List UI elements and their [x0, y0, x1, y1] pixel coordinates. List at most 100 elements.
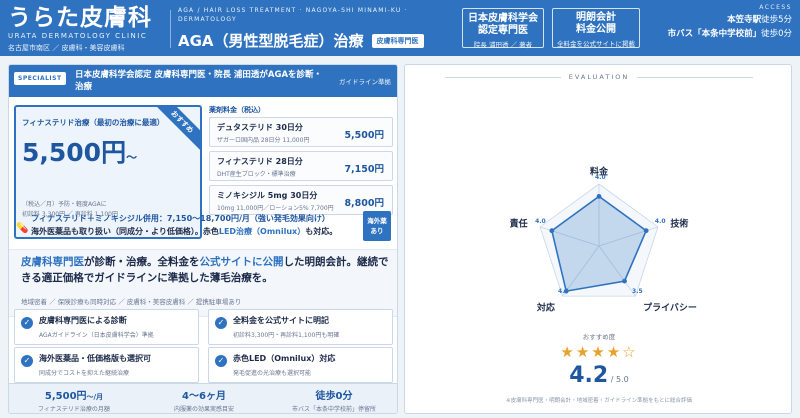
summary-text: 皮膚科専門医が診断・治療。全料金を公式サイトに公開した明朗会計。継続できる適正価… — [21, 254, 393, 286]
combo-text-pre: 海外医薬品も取り扱い（同成分・より低価格）。赤色 — [31, 227, 219, 236]
feature-sub: 初診料3,300円・再診料1,100円も明確 — [233, 332, 340, 339]
hero-title: AGA（男性型脱毛症）治療 皮膚科専門医 — [178, 30, 424, 51]
summary-tags: 地域密着 ／ 保険診療も同時対応 ／ 皮膚科・美容皮膚科 ／ 提携駐車場あり — [21, 298, 242, 306]
access-line1-rest: 徒歩5分 — [761, 15, 792, 25]
box2-title-2: 料金公開 — [576, 24, 616, 35]
specialist-badge: SPECIALIST — [14, 72, 66, 85]
stat-value: 4〜6ヶ月 — [182, 391, 226, 402]
recommend-degree-label: おすすめ度 — [582, 333, 616, 341]
radar-value-label: 4.0 — [595, 174, 606, 181]
fee-desc: DHT産生ブロック・標準治療 — [217, 171, 296, 178]
transparent-pricing-box: 明朗会計 料金公開 全料金を公式サイトに掲載 — [552, 8, 640, 48]
box1-title-1: 日本皮膚科学会 — [468, 13, 538, 24]
radar-data-point — [643, 228, 649, 234]
feature-check: ✓ 皮膚科専門医による診断 AGAガイドライン（日本皮膚科学会）準拠 — [14, 309, 199, 345]
stat-monthly-price: 5,500円〜/月 フィナステリド治療の月額 — [9, 387, 139, 413]
price-suffix: 〜 — [126, 151, 138, 164]
feature-sub: AGAガイドライン（日本皮膚科学会）準拠 — [39, 332, 154, 339]
treatment-card: SPECIALIST 日本皮膚科学会認定 皮膚科専門医・院長 浦田透がAGAを診… — [8, 64, 398, 414]
header-divider — [170, 10, 171, 48]
led-highlight: LED治療（Omnilux） — [218, 227, 306, 236]
clinic-logo[interactable]: うらた皮膚科 URATA DERMATOLOGY CLINIC 名古屋市南区 ／… — [8, 5, 164, 53]
radar-axis-label: 対応 — [536, 303, 555, 314]
radar-value-label: 3.5 — [632, 287, 643, 295]
stat-label: フィナステリド治療の月額 — [38, 406, 110, 413]
box2-title-1: 明朗会計 — [576, 12, 616, 23]
summary-hl-1: 皮膚科専門医 — [21, 256, 84, 268]
stat-effect-period: 4〜6ヶ月 内服薬の効果実感目安 — [139, 387, 269, 413]
pill-icon: 💊 — [16, 223, 29, 234]
access-label: ACCESS — [759, 4, 792, 11]
fee-item[interactable]: フィナステリド 28日分 DHT産生ブロック・標準治療 7,150円 — [209, 151, 393, 181]
hero-title-text: AGA（男性型脱毛症）治療 — [178, 32, 364, 50]
specialist-text: 日本皮膚科学会認定 皮膚科専門医・院長 浦田透がAGAを診断・治療 — [75, 70, 323, 92]
check-icon: ✓ — [21, 355, 33, 367]
recommended-plan-price: 5,500円〜 — [22, 133, 137, 169]
radar-data-point — [596, 194, 602, 199]
access-line-1: 本笠寺駅徒歩5分 — [668, 13, 792, 25]
evaluation-note: ※皮膚科専門医・明朗会計・地域密着・ガイドライン準拠をもとに総合評価 — [505, 398, 692, 404]
feature-head: 皮膚科専門医による診断 — [39, 316, 127, 325]
badge-line-1: 海外薬 — [367, 217, 387, 225]
radar-data-point — [622, 278, 627, 284]
radar-data-point — [549, 228, 555, 234]
access-info: ACCESS 本笠寺駅徒歩5分 市バス「本条中学校前」徒歩0分 — [668, 4, 792, 39]
feature-check: ✓ 海外医薬品・低価格版も選択可 同成分でコストを抑えた継続治療 — [14, 347, 199, 383]
stat-walk-time: 徒歩0分 市バス「本条中学校前」停留所 — [269, 387, 397, 413]
radar-axis-label: プライバシー — [643, 303, 697, 314]
access-line2-rest: 徒歩0分 — [761, 29, 792, 39]
price-value: 5,500円 — [22, 138, 127, 167]
feature-head: 赤色LED（Omnilux）対応 — [233, 354, 336, 363]
certified-specialist-box: 日本皮膚科学会 認定専門医 院長 浦田透 ／ 著者 — [462, 8, 544, 49]
score-value: 4.2 — [569, 363, 609, 388]
fee-name: デュタステリド 30日分 — [217, 123, 303, 132]
combo-text-post: も対応。 — [305, 227, 338, 236]
feature-sub: 発毛促進の光治療も選択可能 — [233, 370, 312, 377]
fee-price: 5,500円 — [344, 130, 384, 141]
feature-check: ✓ 赤色LED（Omnilux）対応 発毛促進の光治療も選択可能 — [208, 347, 393, 383]
stat-label: 市バス「本条中学校前」停留所 — [291, 406, 376, 413]
radar-axis-label: 技術 — [670, 219, 689, 230]
overall-score: 4.2 / 5.0 — [405, 363, 791, 388]
score-max: / 5.0 — [608, 375, 629, 384]
rating-stars: ★★★★☆ — [560, 343, 638, 361]
stat-value: 徒歩0分 — [315, 391, 353, 402]
stats-bar: 5,500円〜/月 フィナステリド治療の月額 4〜6ヶ月 内服薬の効果実感目安 … — [9, 383, 397, 413]
box1-title-2: 認定専門医 — [478, 25, 528, 36]
access-line-2: 市バス「本条中学校前」徒歩0分 — [668, 27, 792, 39]
access-line2-bold: 市バス「本条中学校前」 — [667, 29, 762, 39]
site-header: うらた皮膚科 URATA DERMATOLOGY CLINIC 名古屋市南区 ／… — [0, 0, 800, 56]
check-icon: ✓ — [21, 317, 33, 329]
box1-sub: 院長 浦田透 ／ 著者 — [473, 41, 533, 49]
stat-value: 5,500円 — [44, 391, 87, 402]
logo-en: URATA DERMATOLOGY CLINIC — [8, 32, 148, 40]
specialist-banner: SPECIALIST 日本皮膚科学会認定 皮膚科専門医・院長 浦田透がAGAを診… — [9, 65, 397, 97]
feature-check: ✓ 全料金を公式サイトに明記 初診料3,300円・再診料1,100円も明確 — [208, 309, 393, 345]
radar-chart — [539, 183, 659, 297]
combination-price: フィナステリド＋ミノキシジル併用：7,150〜18,700円/月（強い発毛効果向… — [31, 214, 330, 223]
feature-head: 海外医薬品・低価格版も選択可 — [39, 354, 151, 363]
check-icon: ✓ — [215, 355, 227, 367]
overseas-led-text: 海外医薬品も取り扱い（同成分・より低価格）。赤色LED治療（Omnilux）も対… — [31, 226, 351, 238]
feature-head: 全料金を公式サイトに明記 — [233, 316, 329, 325]
feature-sub: 同成分でコストを抑えた継続治療 — [39, 370, 130, 377]
fee-name: ミノキシジル 5mg 30日分 — [217, 191, 318, 200]
fee-item[interactable]: デュタステリド 30日分 ザガーロ国内品 28日分 11,000円 5,500円 — [209, 117, 393, 147]
fee-name: フィナステリド 28日分 — [217, 157, 303, 166]
radar-value-label: 4.0 — [535, 217, 546, 225]
stat-unit: 〜/月 — [86, 393, 104, 401]
tagline-en: AGA / HAIR LOSS TREATMENT · NAGOYA-SHI M… — [178, 7, 408, 23]
combination-therapy: 💊 フィナステリド＋ミノキシジル併用：7,150〜18,700円/月（強い発毛効… — [9, 209, 397, 245]
guideline-note: ガイドライン準拠 — [339, 78, 391, 86]
clinic-summary: 皮膚科専門医が診断・治療。全料金を公式サイトに公開した明朗会計。継続できる適正価… — [9, 249, 397, 317]
box2-sub: 全料金を公式サイトに掲載 — [557, 40, 635, 48]
stat-label: 内服薬の効果実感目安 — [173, 406, 234, 413]
recommended-plan-title: フィナステリド治療（最初の治療に最適） — [22, 118, 165, 127]
summary-part-2: が診断・治療。全料金を — [84, 256, 200, 268]
radar-axis-label: 責任 — [509, 219, 528, 230]
fee-list-label: 薬剤料金（税込） — [209, 106, 265, 114]
recommend-ribbon: おすすめ — [148, 107, 200, 156]
badge-line-2: あり — [370, 227, 384, 235]
fee-price: 8,800円 — [344, 198, 384, 209]
check-icon: ✓ — [215, 317, 227, 329]
